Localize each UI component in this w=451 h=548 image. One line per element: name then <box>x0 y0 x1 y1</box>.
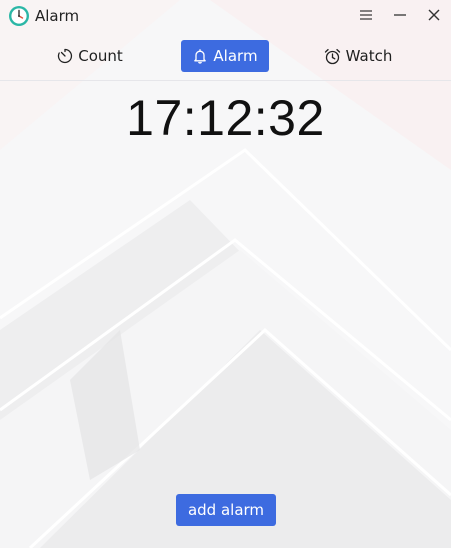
background-image <box>0 0 451 548</box>
close-button[interactable] <box>422 4 446 26</box>
tab-alarm-label: Alarm <box>213 47 258 65</box>
alarm-clock-icon <box>324 48 340 64</box>
timer-icon <box>58 48 73 64</box>
add-alarm-button[interactable]: add alarm <box>176 494 276 526</box>
app-clock-icon <box>8 5 30 27</box>
tab-bar: Count Alarm Watch <box>0 34 451 81</box>
tab-watch-label: Watch <box>345 47 393 65</box>
title-bar: Alarm <box>0 0 451 32</box>
bell-icon <box>194 49 207 64</box>
menu-icon <box>360 10 372 20</box>
alarm-window: Alarm Count Alarm Watch 17:12:32 add ala… <box>0 0 451 548</box>
menu-button[interactable] <box>354 4 378 26</box>
tab-alarm[interactable]: Alarm <box>181 40 269 72</box>
minimize-icon <box>394 14 406 16</box>
window-title: Alarm <box>35 7 80 25</box>
tab-count[interactable]: Count <box>50 40 130 72</box>
tab-count-label: Count <box>78 47 123 65</box>
tab-watch[interactable]: Watch <box>318 40 398 72</box>
close-icon <box>428 9 440 21</box>
minimize-button[interactable] <box>388 4 412 26</box>
current-time: 17:12:32 <box>126 90 325 146</box>
